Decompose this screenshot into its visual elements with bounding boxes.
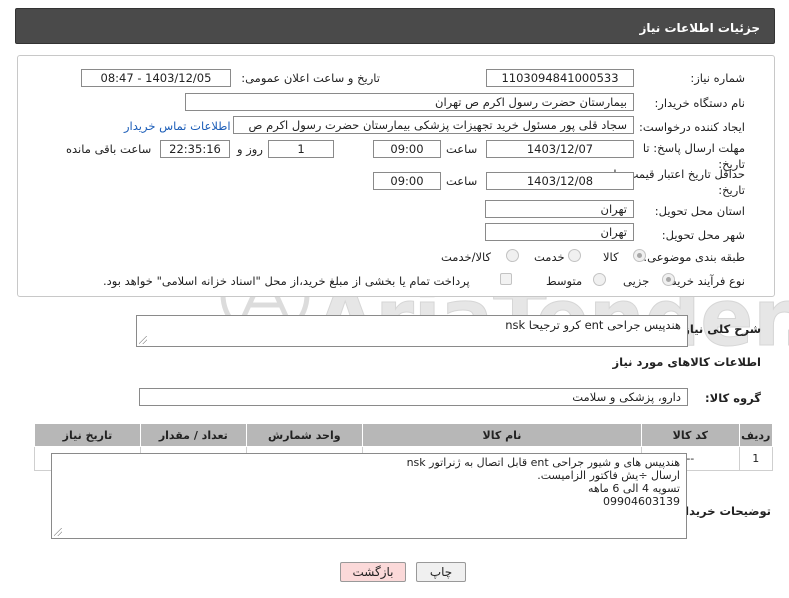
category-option-service: خدمت	[534, 250, 565, 264]
resize-grip-icon[interactable]	[139, 336, 147, 344]
process-option-minor: جزیی	[623, 274, 650, 288]
days-field: 1	[268, 140, 334, 158]
reply-time-field: 09:00	[373, 140, 441, 158]
province-field: تهران	[485, 200, 634, 218]
category-radio-goods[interactable]	[633, 249, 646, 262]
treasury-payment-note: پرداخت تمام یا بخشی از مبلغ خرید،از محل …	[103, 274, 470, 288]
buyer-notes-line: ارسال ÷یش فاکتور الزامیست.	[537, 469, 680, 482]
buyer-org-label: نام دستگاه خریدار:	[654, 96, 745, 110]
col-header-row-number: ردیف	[738, 423, 774, 447]
col-header-quantity: تعداد / مقدار	[139, 423, 247, 447]
page-header: جزئیات اطلاعات نیاز	[15, 8, 775, 44]
remaining-time-field: 22:35:16	[160, 140, 230, 158]
buyer-notes-line: 09904603139	[603, 495, 680, 508]
province-label: استان محل تحویل:	[654, 204, 745, 218]
city-field: تهران	[485, 223, 634, 241]
summary-textarea[interactable]: هندپیس جراحی ent کرو ترجیحا nsk	[136, 315, 688, 347]
col-header-date: تاریخ نیاز	[34, 423, 141, 447]
treasury-payment-checkbox[interactable]	[500, 273, 512, 285]
price-date-field: 1403/12/08	[486, 172, 634, 190]
process-option-medium: متوسط	[546, 274, 583, 288]
reply-time-label: ساعت	[446, 142, 478, 156]
category-radio-goods-service[interactable]	[506, 249, 519, 262]
need-number-field: 1103094841000533	[486, 69, 634, 87]
category-radio-service[interactable]	[568, 249, 581, 262]
resize-grip-icon[interactable]	[54, 528, 62, 536]
buyer-notes-line: تسویه 4 الی 6 ماهه	[587, 482, 680, 495]
table-header-row: ردیف کد کالا نام کالا واحد شمارش تعداد /…	[34, 423, 774, 447]
creator-label: ایجاد کننده درخواست:	[639, 120, 745, 134]
back-button[interactable]: بازگشت	[340, 562, 406, 582]
announce-datetime-field: 1403/12/05 - 08:47	[81, 69, 231, 87]
reply-date-field: 1403/12/07	[486, 140, 634, 158]
print-button[interactable]: چاپ	[416, 562, 466, 582]
col-header-unit: واحد شمارش	[245, 423, 363, 447]
process-radio-minor[interactable]	[662, 273, 675, 286]
category-option-goods-service: کالا/خدمت	[441, 250, 492, 264]
goods-info-title: اطلاعات کالاهای مورد نیاز	[612, 355, 761, 369]
price-time-field: 09:00	[373, 172, 441, 190]
goods-group-label: گروه کالا:	[705, 391, 761, 405]
buyer-notes-textarea[interactable]: هندپیس های و شیور جراحی ent قابل اتصال ب…	[51, 453, 687, 539]
cell-row-number: 1	[738, 446, 774, 471]
creator-field: سجاد قلی پور مسئول خرید تجهیزات پزشکی بی…	[233, 116, 634, 134]
price-time-label: ساعت	[446, 174, 478, 188]
buyer-contact-link[interactable]: اطلاعات تماس خریدار	[124, 119, 231, 133]
buyer-notes-label: توضیحات خریدار:	[673, 504, 771, 518]
remaining-time-label: ساعت باقی مانده	[66, 142, 152, 156]
city-label: شهر محل تحویل:	[661, 228, 745, 242]
process-radio-medium[interactable]	[593, 273, 606, 286]
summary-text: هندپیس جراحی ent کرو ترجیحا nsk	[505, 318, 681, 332]
category-label: طبقه بندی موضوعی:	[643, 250, 745, 264]
need-number-label: شماره نیاز:	[690, 71, 745, 85]
buyer-notes-line: هندپیس های و شیور جراحی ent قابل اتصال ب…	[406, 456, 680, 469]
summary-label: شرح کلی نیاز:	[678, 322, 761, 336]
category-option-goods: کالا	[603, 250, 619, 264]
col-header-code: کد کالا	[641, 423, 740, 447]
goods-group-field: دارو، پزشکی و سلامت	[139, 388, 688, 406]
days-label: روز و	[237, 142, 263, 156]
process-label: نوع فرآیند خرید :	[663, 274, 745, 288]
page-title: جزئیات اطلاعات نیاز	[639, 21, 760, 35]
col-header-name: نام کالا	[361, 423, 643, 447]
buyer-org-field: بیمارستان حضرت رسول اکرم ص تهران	[185, 93, 634, 111]
announce-datetime-label: تاریخ و ساعت اعلان عمومی:	[241, 71, 380, 85]
